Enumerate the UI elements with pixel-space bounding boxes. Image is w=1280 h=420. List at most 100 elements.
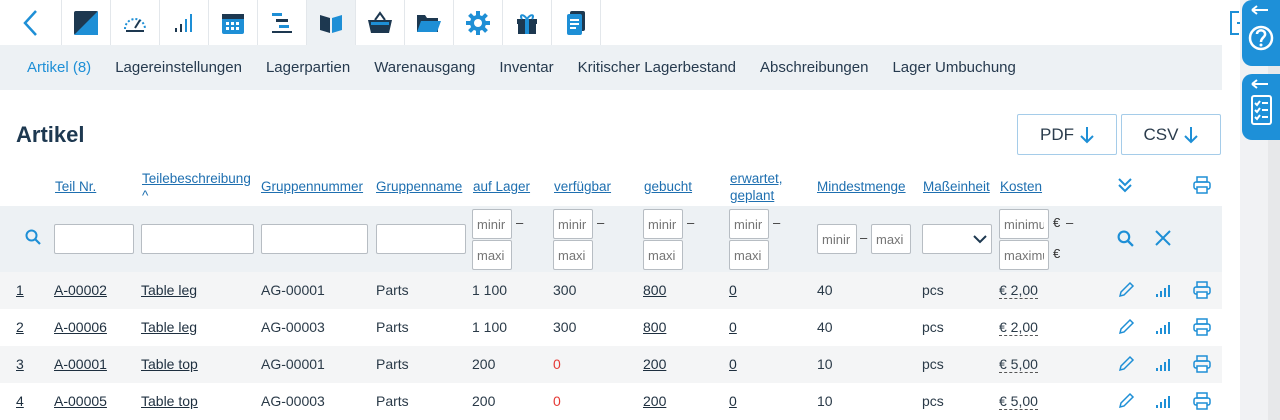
cell-erwartet[interactable]: 0 [729,356,737,372]
filter-kosten-min[interactable] [999,209,1049,239]
cell-gebucht[interactable]: 800 [643,319,666,335]
cell-teilebeschreibung[interactable]: Table top [141,393,198,409]
currency-symbol: € [1053,246,1061,261]
filter-gruppenname-input[interactable] [376,224,466,254]
filter-mindestmenge-min[interactable] [817,224,857,254]
print-icon[interactable] [1193,318,1211,336]
cell-kosten[interactable]: € 5,00 [999,356,1038,373]
statistics-button[interactable] [160,0,209,45]
cell-teilebeschreibung[interactable]: Table leg [141,282,197,298]
header-verfuegbar[interactable]: verfügbar [554,178,611,195]
apply-filter-search-icon[interactable] [1117,230,1134,247]
cell-kosten[interactable]: € 5,00 [999,393,1038,410]
cell-erwartet[interactable]: 0 [729,319,737,335]
cell-teil-nr[interactable]: A-00006 [54,319,107,335]
nav-item-abschreibungen[interactable]: Abschreibungen [760,59,868,76]
header-erwartet[interactable]: erwartet, [730,170,783,187]
cell-teil-nr[interactable]: A-00005 [54,393,107,409]
cell-teil-nr[interactable]: A-00002 [54,282,107,298]
filter-beschreibung-input[interactable] [141,224,254,254]
stock-chart-icon[interactable] [1156,322,1170,334]
gifts-button[interactable] [503,0,552,45]
nav-item-kritischer-lagerbestand[interactable]: Kritischer Lagerbestand [578,59,736,76]
cell-auf-lager: 1 100 [472,319,508,335]
edit-pencil-icon[interactable] [1117,392,1135,410]
filter-verfuegbar-max[interactable] [553,240,593,270]
back-button[interactable] [0,0,62,45]
brand-logo-button[interactable] [62,0,111,45]
cell-gebucht[interactable]: 800 [643,282,666,298]
expand-chevrons-icon[interactable] [1116,176,1134,194]
cell-kosten[interactable]: € 2,00 [999,282,1038,299]
cell-teil-nr[interactable]: A-00001 [54,356,107,372]
inventory-button[interactable] [307,0,356,45]
planning-button[interactable] [258,0,307,45]
header-mindestmenge[interactable]: Mindestmenge [817,178,906,195]
nav-item-lager-umbuchung[interactable]: Lager Umbuchung [892,59,1015,76]
filter-verfuegbar-min[interactable] [553,209,593,239]
cell-erwartet[interactable]: 0 [729,393,737,409]
header-gruppennummer[interactable]: Gruppennummer [261,178,363,195]
filter-gruppennummer-input[interactable] [261,224,368,254]
gantt-icon [272,12,292,33]
cell-kosten[interactable]: € 2,00 [999,319,1038,336]
range-dash: – [773,215,781,230]
export-csv-button[interactable]: CSV [1121,114,1221,155]
nav-item-lagereinstellungen[interactable]: Lagereinstellungen [115,59,242,76]
settings-button[interactable] [454,0,503,45]
stock-chart-icon[interactable] [1156,396,1170,408]
header-geplant[interactable]: geplant [730,187,774,204]
cell-gebucht[interactable]: 200 [643,356,666,372]
filter-gebucht-min[interactable] [643,209,683,239]
header-teil-nr[interactable]: Teil Nr. [55,178,96,195]
checklist-tab[interactable] [1242,74,1280,140]
dashboard-button[interactable] [111,0,160,45]
cell-erwartet[interactable]: 0 [729,282,737,298]
cell-teilebeschreibung[interactable]: Table leg [141,319,197,335]
header-kosten[interactable]: Kosten [1000,178,1042,195]
cell-row-number[interactable]: 2 [16,319,24,335]
print-all-icon[interactable] [1193,176,1211,194]
print-icon[interactable] [1193,281,1211,299]
cell-row-number[interactable]: 4 [16,393,24,409]
print-icon[interactable] [1193,392,1211,410]
nav-item-lagerpartien[interactable]: Lagerpartien [266,59,350,76]
cell-gebucht[interactable]: 200 [643,393,666,409]
stock-chart-icon[interactable] [1156,359,1170,371]
filter-auf-lager-max[interactable] [472,240,512,270]
cell-row-number[interactable]: 3 [16,356,24,372]
edit-pencil-icon[interactable] [1117,281,1135,299]
header-teilebeschreibung[interactable]: Teilebeschreibung [142,170,251,187]
filter-mindestmenge-max[interactable] [871,224,911,254]
chevron-down-icon [973,235,987,244]
header-masseinheit[interactable]: Maßeinheit [923,178,990,195]
edit-pencil-icon[interactable] [1117,355,1135,373]
header-gebucht[interactable]: gebucht [644,178,692,195]
filter-auf-lager-min[interactable] [472,209,512,239]
filter-gebucht-max[interactable] [643,240,683,270]
header-gruppenname[interactable]: Gruppenname [376,178,462,195]
export-pdf-button[interactable]: PDF [1017,114,1117,155]
cell-gruppennummer: AG-00001 [261,356,325,372]
shopping-button[interactable] [356,0,405,45]
clear-filter-close-icon[interactable] [1154,229,1172,247]
filter-masseinheit-select[interactable] [922,224,992,254]
range-dash: – [1066,215,1074,230]
edit-pencil-icon[interactable] [1117,318,1135,336]
files-button[interactable] [405,0,454,45]
filter-erwartet-min[interactable] [729,209,769,239]
nav-item-inventar[interactable]: Inventar [499,59,553,76]
print-icon[interactable] [1193,355,1211,373]
calendar-button[interactable] [209,0,258,45]
header-auf-lager[interactable]: auf Lager [473,178,530,195]
nav-item-artikel[interactable]: Artikel (8) [27,59,91,76]
nav-item-warenausgang[interactable]: Warenausgang [374,59,475,76]
filter-teil-nr-input[interactable] [54,224,134,254]
filter-kosten-max[interactable] [999,240,1049,270]
cell-row-number[interactable]: 1 [16,282,24,298]
stock-chart-icon[interactable] [1156,285,1170,297]
cell-teilebeschreibung[interactable]: Table top [141,356,198,372]
filter-erwartet-max[interactable] [729,240,769,270]
documents-button[interactable] [552,0,601,45]
help-tab[interactable] [1242,0,1280,66]
